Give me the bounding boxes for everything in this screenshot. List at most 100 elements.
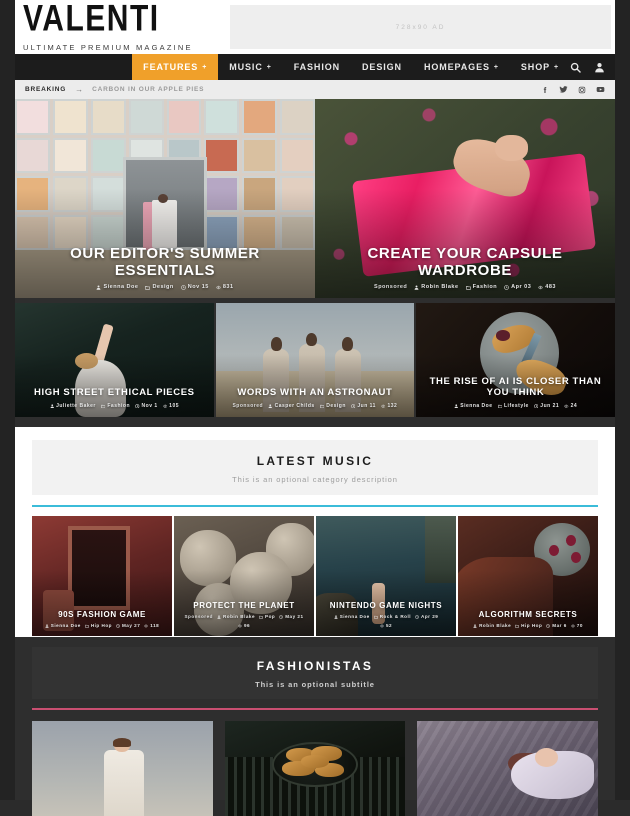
meta-category-name: Hip Hop <box>91 623 112 628</box>
nav-item-music[interactable]: MUSIC + <box>218 54 283 80</box>
music-section-header: LATEST MUSIC This is an optional categor… <box>32 440 598 495</box>
chevron-down-icon: + <box>202 64 207 71</box>
instagram-icon[interactable] <box>578 86 586 94</box>
meta-author: Juliette Baker <box>50 403 96 409</box>
card-meta: Sienna Doe Lifestyle Jun 21 24 <box>426 403 605 409</box>
music-card-nintendo-game-nights[interactable]: NINTENDO GAME NIGHTS Sienna Doe Rock & R… <box>316 516 456 636</box>
meta-date: May 21 <box>279 614 303 619</box>
secondary-grid: HIGH STREET ETHICAL PIECES Juliette Bake… <box>15 303 615 417</box>
meta-sponsored: Sponsored <box>184 614 213 619</box>
meta-sponsored: Sponsored <box>232 403 263 409</box>
meta-views: 132 <box>381 403 397 409</box>
card-title[interactable]: WORDS WITH AN ASTRONAUT <box>226 388 405 399</box>
card-meta: Sponsored Casper Childs Design Jun 11 13… <box>226 403 405 409</box>
card-caption: PROTECT THE PLANET Sponsored Robin Blake… <box>174 601 314 628</box>
secondary-card-words-with-an-astronaut[interactable]: WORDS WITH AN ASTRONAUT Sponsored Casper… <box>216 303 415 417</box>
meta-date: Jun 11 <box>351 403 376 409</box>
music-card-grid: 90S FASHION GAME Sienna Doe Hip Hop May … <box>32 516 598 636</box>
music-section-rule <box>32 505 598 507</box>
meta-date-value: Mar 6 <box>552 623 567 628</box>
meta-views: 483 <box>538 284 556 290</box>
model-hair <box>113 738 131 747</box>
meta-date: Apr 29 <box>415 614 438 619</box>
meta-date: Nov 1 <box>135 403 158 409</box>
card-image-woman-floral-dress <box>32 721 213 816</box>
card-title[interactable]: 90S FASHION GAME <box>42 610 162 619</box>
meta-author: Sienna Doe <box>334 614 370 619</box>
meta-category: Fashion <box>101 403 130 409</box>
card-meta: Robin Blake Hip Hop Mar 6 70 <box>468 623 588 628</box>
hero-title[interactable]: OUR EDITOR'S SUMMER ESSENTIALS <box>25 245 305 280</box>
meta-category: Hip Hop <box>85 623 112 628</box>
meta-author-name: Robin Blake <box>479 623 511 628</box>
fashion-section-subtitle: This is an optional subtitle <box>42 680 588 689</box>
social-links <box>541 85 605 94</box>
meta-views: 70 <box>571 623 583 628</box>
secondary-card-rise-of-ai[interactable]: THE RISE OF AI IS CLOSER THAN YOU THINK … <box>416 303 615 417</box>
meta-views-count: 105 <box>169 403 179 409</box>
youtube-icon[interactable] <box>596 85 605 94</box>
ad-banner[interactable]: 728x90 AD <box>230 5 611 49</box>
music-section-subtitle: This is an optional category description <box>42 475 588 484</box>
nav-item-fashion[interactable]: FASHION <box>283 54 351 80</box>
fashion-card-3[interactable] <box>417 721 598 816</box>
facebook-icon[interactable] <box>541 86 549 94</box>
music-card-algorithm-secrets[interactable]: ALGORITHM SECRETS Robin Blake Hip Hop Ma… <box>458 516 598 636</box>
nav-item-design[interactable]: DESIGN <box>351 54 413 80</box>
music-card-protect-the-planet[interactable]: PROTECT THE PLANET Sponsored Robin Blake… <box>174 516 314 636</box>
floral-dress <box>104 750 144 816</box>
nav-item-shop[interactable]: SHOP + <box>510 54 570 80</box>
meta-category: Lifestyle <box>498 403 529 409</box>
hero-title[interactable]: CREATE YOUR CAPSULE WARDROBE <box>325 245 605 280</box>
card-meta: Sienna Doe Rock & Roll Apr 29 52 <box>326 614 446 628</box>
search-icon[interactable] <box>570 62 581 73</box>
nav-actions <box>570 54 615 80</box>
nav-item-homepages[interactable]: HOMEPAGES + <box>413 54 510 80</box>
hero-meta: Sienna Doe Design Nov 15 831 <box>25 284 305 290</box>
twitter-icon[interactable] <box>559 85 568 94</box>
main-navigation: FEATURES + MUSIC + FASHION DESIGN HOMEPA… <box>15 54 615 80</box>
meta-author: Robin Blake <box>414 284 458 290</box>
card-meta: Sponsored Robin Blake Pop May 21 <box>184 614 304 628</box>
nav-item-features[interactable]: FEATURES + <box>132 54 218 80</box>
breaking-news-bar: BREAKING → CARBON IN OUR APPLE PIES <box>15 80 615 99</box>
fashion-section-header: FASHIONISTAS This is an optional subtitl… <box>32 647 598 699</box>
meta-category: Pop <box>259 614 275 619</box>
card-title[interactable]: NINTENDO GAME NIGHTS <box>326 601 446 610</box>
meta-date: Apr 03 <box>504 284 531 290</box>
fashion-card-2[interactable] <box>225 721 406 816</box>
meta-date-value: Nov 1 <box>142 403 158 409</box>
card-meta: Sienna Doe Hip Hop May 27 118 <box>42 623 162 628</box>
ad-banner-label: 728x90 AD <box>396 24 446 31</box>
meta-author-name: Robin Blake <box>223 614 255 619</box>
meta-category: Rock & Roll <box>374 614 411 619</box>
meta-date-value: Apr 29 <box>421 614 438 619</box>
meta-author-name: Sienna Doe <box>103 284 138 290</box>
card-title[interactable]: HIGH STREET ETHICAL PIECES <box>25 388 204 399</box>
meta-category-name: Design <box>326 403 346 409</box>
hero-meta: Sponsored Robin Blake Fashion Apr 03 483 <box>325 284 605 290</box>
music-card-90s-fashion-game[interactable]: 90S FASHION GAME Sienna Doe Hip Hop May … <box>32 516 172 636</box>
nav-label-fashion: FASHION <box>294 62 340 72</box>
fashion-section-title: FASHIONISTAS <box>42 659 588 673</box>
hero-caption: CREATE YOUR CAPSULE WARDROBE Sponsored R… <box>315 245 615 291</box>
latest-music-section: LATEST MUSIC This is an optional categor… <box>15 427 615 637</box>
secondary-card-high-street-ethical-pieces[interactable]: HIGH STREET ETHICAL PIECES Juliette Bake… <box>15 303 214 417</box>
meta-author-name: Sienna Doe <box>340 614 370 619</box>
meta-author-name: Robin Blake <box>421 284 458 290</box>
hero-card-capsule-wardrobe[interactable]: CREATE YOUR CAPSULE WARDROBE Sponsored R… <box>315 99 615 298</box>
hero-card-editors-summer-essentials[interactable]: OUR EDITOR'S SUMMER ESSENTIALS Sienna Do… <box>15 99 315 298</box>
user-icon[interactable] <box>594 62 605 73</box>
card-title[interactable]: ALGORITHM SECRETS <box>468 610 588 619</box>
card-title[interactable]: PROTECT THE PLANET <box>184 601 304 610</box>
meta-category-name: Fashion <box>473 284 498 290</box>
fashion-card-1[interactable] <box>32 721 213 816</box>
nav-label-design: DESIGN <box>362 62 402 72</box>
meta-author-name: Sienna Doe <box>51 623 81 628</box>
site-logo[interactable]: VALENTI ULTIMATE PREMIUM MAGAZINE <box>15 2 230 52</box>
meta-author-name: Sienna Doe <box>460 403 492 409</box>
meta-category: Design <box>145 284 173 290</box>
breaking-headline[interactable]: CARBON IN OUR APPLE PIES <box>92 86 204 93</box>
card-title[interactable]: THE RISE OF AI IS CLOSER THAN YOU THINK <box>426 377 605 399</box>
card-caption: THE RISE OF AI IS CLOSER THAN YOU THINK … <box>416 377 615 409</box>
